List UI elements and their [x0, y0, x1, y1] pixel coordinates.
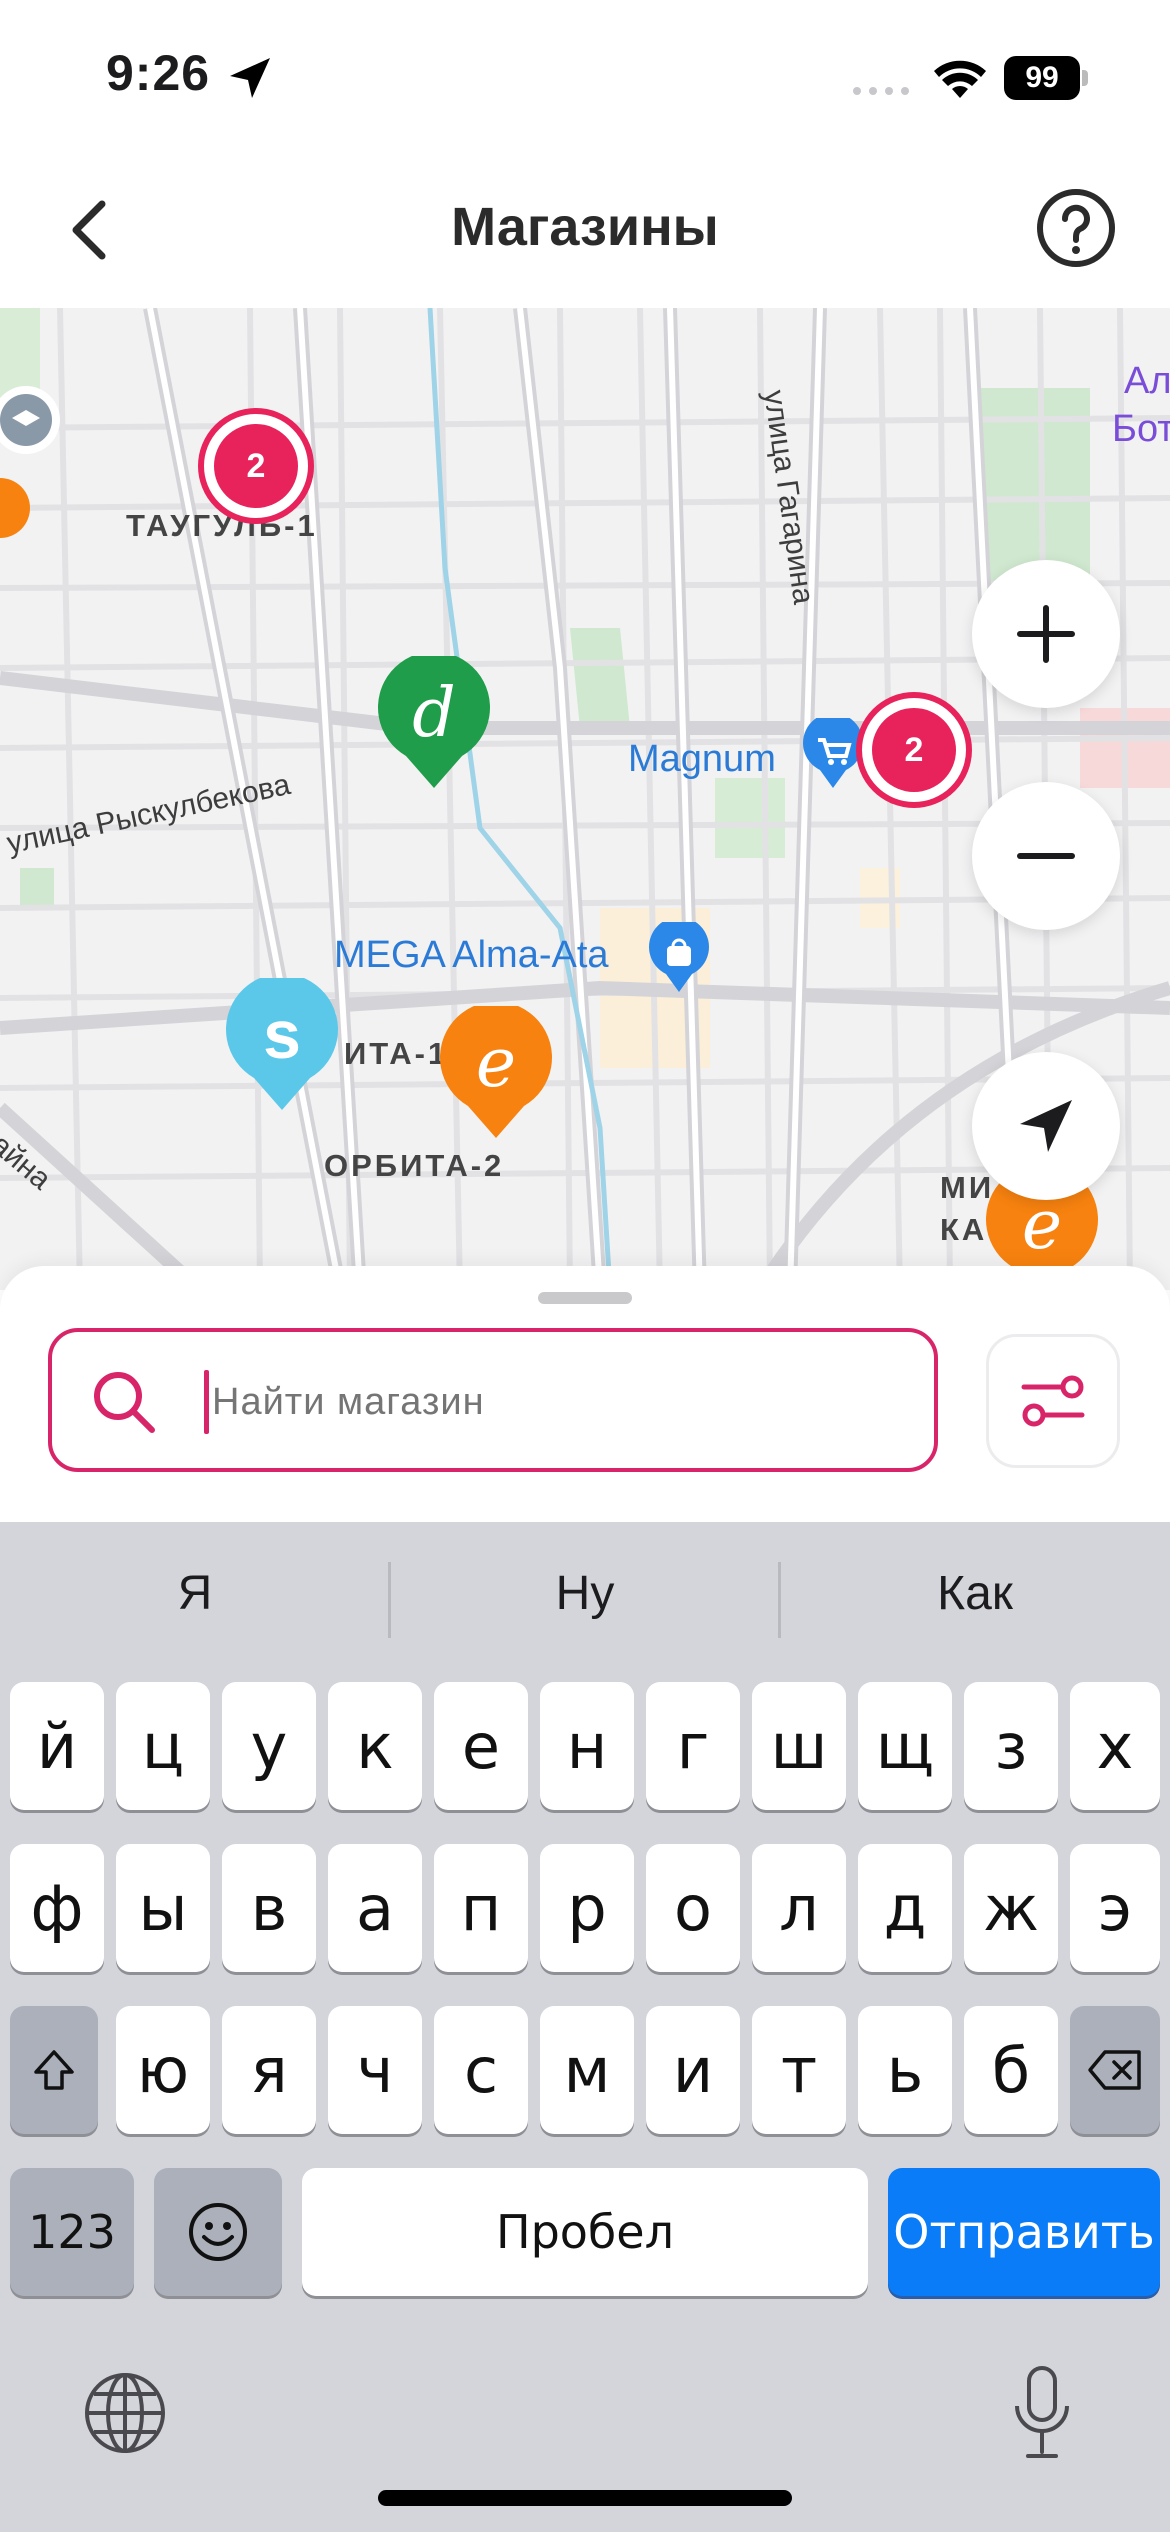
- key[interactable]: е: [434, 1682, 528, 1810]
- page-title: Магазины: [451, 197, 719, 257]
- navigation-header: Магазины: [0, 150, 1170, 308]
- store-pin-letter: d: [412, 674, 456, 753]
- key[interactable]: ю: [116, 2006, 210, 2134]
- store-cluster-marker[interactable]: 2: [856, 692, 972, 808]
- store-pin-letter: s: [263, 997, 301, 1073]
- my-location-button[interactable]: [972, 1052, 1120, 1200]
- key[interactable]: э: [1070, 1844, 1160, 1972]
- key[interactable]: ф: [10, 1844, 104, 1972]
- location-arrow-icon: [230, 58, 270, 98]
- key[interactable]: и: [646, 2006, 740, 2134]
- map-label-edge: Ал: [1124, 360, 1170, 402]
- filter-button[interactable]: [986, 1334, 1120, 1468]
- key[interactable]: л: [752, 1844, 846, 1972]
- text-cursor: [204, 1370, 209, 1434]
- search-field[interactable]: [48, 1328, 938, 1472]
- map-label-district: ОРБИТА-2: [324, 1148, 505, 1183]
- map-label-magnum: Magnum: [628, 738, 776, 780]
- shift-key[interactable]: [10, 2006, 98, 2134]
- suggestion-item[interactable]: Ну: [390, 1566, 780, 1621]
- key[interactable]: х: [1070, 1682, 1160, 1810]
- zoom-in-button[interactable]: [972, 560, 1120, 708]
- home-indicator[interactable]: [378, 2490, 792, 2506]
- navigation-arrow-icon: [1020, 1100, 1072, 1152]
- map-label-edge: Бот: [1112, 408, 1170, 450]
- key[interactable]: ч: [328, 2006, 422, 2134]
- search-input[interactable]: [212, 1362, 892, 1442]
- store-pin-d[interactable]: d: [376, 651, 492, 792]
- onscreen-keyboard: Я Ну Как й ц у к е н г ш щ з х ф ы в а п…: [0, 1522, 1170, 2532]
- cluster-count: 2: [214, 424, 298, 508]
- suggestion-item[interactable]: Я: [0, 1566, 390, 1621]
- key[interactable]: у: [222, 1682, 316, 1810]
- help-button[interactable]: [1034, 186, 1118, 270]
- search-icon: [94, 1372, 155, 1433]
- emoji-icon: [189, 2203, 247, 2261]
- key[interactable]: г: [646, 1682, 740, 1810]
- microphone-icon[interactable]: [1010, 2364, 1074, 2464]
- key[interactable]: з: [964, 1682, 1058, 1810]
- numbers-key[interactable]: 123: [10, 2168, 134, 2296]
- key[interactable]: ц: [116, 1682, 210, 1810]
- store-pin-letter: e: [475, 1024, 517, 1103]
- keyboard-suggestions: Я Ну Как: [0, 1522, 1170, 1678]
- key[interactable]: ь: [858, 2006, 952, 2134]
- status-bar: 9:26 99: [0, 0, 1170, 150]
- store-cluster-marker[interactable]: 2: [198, 408, 314, 524]
- key[interactable]: о: [646, 1844, 740, 1972]
- cluster-count: 2: [872, 708, 956, 792]
- key[interactable]: н: [540, 1682, 634, 1810]
- store-map[interactable]: ТАУГУЛЬ-1 улица Рыскулбекова улица Гагар…: [0, 308, 1170, 1290]
- key[interactable]: т: [752, 2006, 846, 2134]
- key[interactable]: м: [540, 2006, 634, 2134]
- signal-icon: [853, 87, 909, 95]
- key[interactable]: д: [858, 1844, 952, 1972]
- key[interactable]: к: [328, 1682, 422, 1810]
- map-label-mega: MEGA Alma-Ata: [334, 934, 609, 976]
- minus-icon: [1017, 853, 1075, 859]
- key[interactable]: б: [964, 2006, 1058, 2134]
- emoji-key[interactable]: [154, 2168, 282, 2296]
- store-pin-s[interactable]: s: [224, 973, 340, 1114]
- key[interactable]: ж: [964, 1844, 1058, 1972]
- wifi-icon: [934, 60, 986, 98]
- shopping-bag-icon[interactable]: [648, 922, 710, 994]
- space-key[interactable]: Пробел: [302, 2168, 868, 2296]
- key[interactable]: й: [10, 1682, 104, 1810]
- store-pin-e[interactable]: e: [438, 1001, 554, 1142]
- key[interactable]: а: [328, 1844, 422, 1972]
- key[interactable]: я: [222, 2006, 316, 2134]
- suggestion-item[interactable]: Как: [780, 1566, 1170, 1621]
- battery-icon: 99: [1004, 56, 1088, 100]
- plus-icon: [1017, 605, 1075, 663]
- key[interactable]: р: [540, 1844, 634, 1972]
- key[interactable]: с: [434, 2006, 528, 2134]
- key[interactable]: п: [434, 1844, 528, 1972]
- key[interactable]: ш: [752, 1682, 846, 1810]
- bottom-sheet: [0, 1266, 1170, 1524]
- backspace-key[interactable]: [1070, 2006, 1160, 2134]
- backspace-icon: [1088, 2050, 1141, 2090]
- filter-sliders-icon: [1021, 1375, 1085, 1427]
- key[interactable]: щ: [858, 1682, 952, 1810]
- battery-level: 99: [1004, 56, 1080, 100]
- status-time: 9:26: [106, 45, 211, 101]
- sheet-grabber[interactable]: [538, 1292, 632, 1304]
- key[interactable]: в: [222, 1844, 316, 1972]
- shift-arrow-icon: [34, 2050, 74, 2090]
- cart-icon[interactable]: [802, 718, 864, 790]
- map-label-district: ИТА-1: [344, 1036, 449, 1071]
- zoom-out-button[interactable]: [972, 782, 1120, 930]
- send-key[interactable]: Отправить: [888, 2168, 1160, 2296]
- key[interactable]: ы: [116, 1844, 210, 1972]
- globe-icon[interactable]: [82, 2370, 168, 2456]
